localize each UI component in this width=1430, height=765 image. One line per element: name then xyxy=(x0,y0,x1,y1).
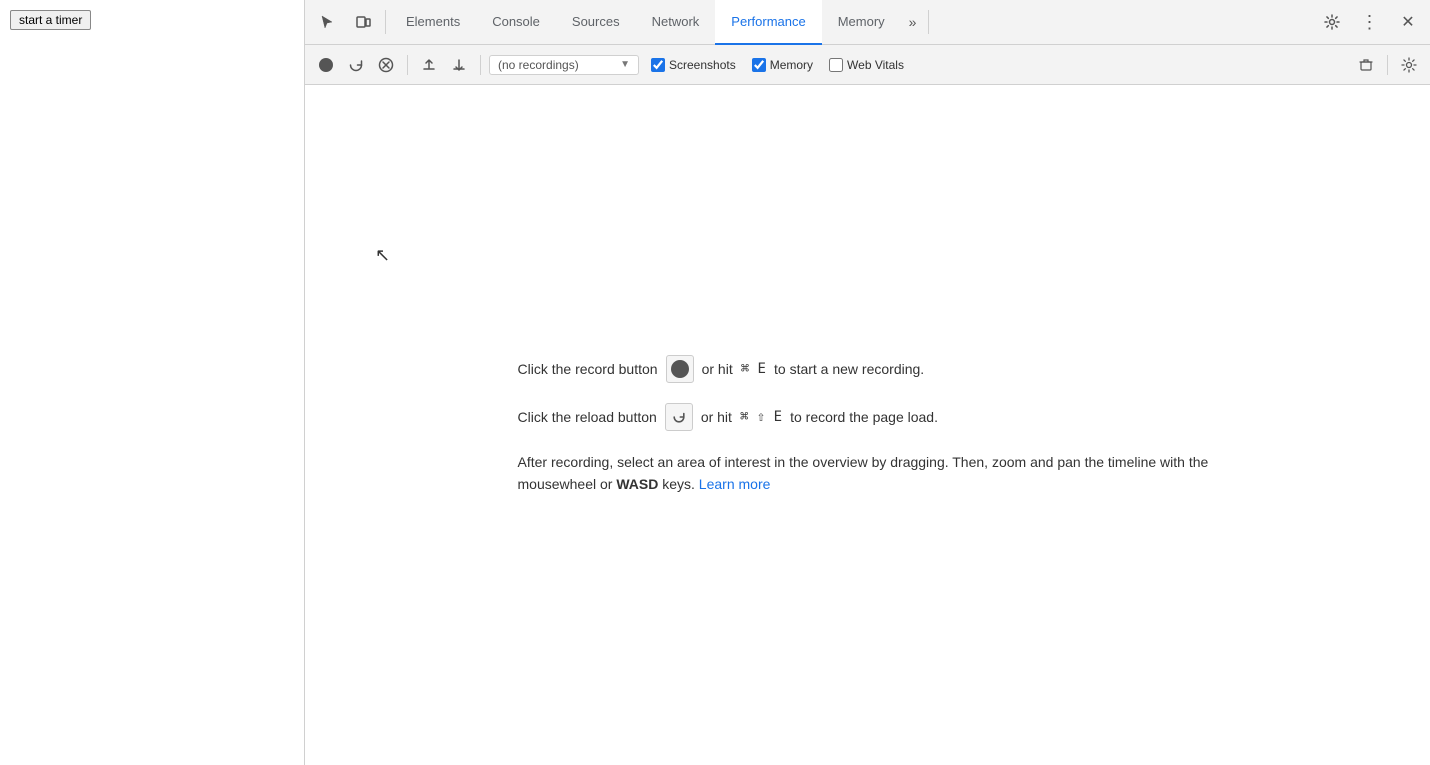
tab-divider-2 xyxy=(928,10,929,34)
settings-icon xyxy=(1401,57,1417,73)
three-dots-icon: ⋮ xyxy=(1361,12,1380,33)
device-toggle-button[interactable] xyxy=(345,4,381,40)
start-timer-button[interactable]: start a timer xyxy=(10,10,91,30)
web-vitals-checkbox[interactable] xyxy=(829,58,843,72)
clear-icon xyxy=(378,57,394,73)
record-line-end: to start a new recording. xyxy=(774,361,924,377)
tab-performance[interactable]: Performance xyxy=(715,0,821,45)
download-button[interactable] xyxy=(446,52,472,78)
screenshots-checkbox[interactable] xyxy=(651,58,665,72)
tab-more-button[interactable]: » xyxy=(901,0,925,45)
memory-checkbox-label[interactable]: Memory xyxy=(752,58,813,72)
tab-divider-1 xyxy=(385,10,386,34)
after-text-bold: WASD xyxy=(616,476,658,492)
dropdown-arrow-icon: ▼ xyxy=(620,59,630,70)
more-options-button[interactable]: ⋮ xyxy=(1352,4,1388,40)
settings-button[interactable] xyxy=(1314,4,1350,40)
toolbar-right xyxy=(1353,52,1422,78)
record-line-text1: Click the record button xyxy=(518,361,658,377)
delete-recording-button[interactable] xyxy=(1353,52,1379,78)
inspect-element-button[interactable] xyxy=(309,4,345,40)
checkbox-group: Screenshots Memory Web Vitals xyxy=(651,58,904,72)
download-icon xyxy=(452,58,466,72)
tab-console[interactable]: Console xyxy=(476,0,556,45)
upload-icon xyxy=(422,58,436,72)
reload-inline-button xyxy=(665,403,693,431)
record-dot-icon xyxy=(319,58,333,72)
toolbar-divider-3 xyxy=(1387,55,1388,75)
after-recording-text: After recording, select an area of inter… xyxy=(518,451,1218,496)
trash-icon xyxy=(1359,58,1373,72)
after-text-end: keys. xyxy=(658,476,695,492)
record-inline-button xyxy=(666,355,694,383)
record-button[interactable] xyxy=(313,52,339,78)
screenshots-label: Screenshots xyxy=(669,58,736,72)
record-dot-inline-icon xyxy=(671,360,689,378)
close-devtools-button[interactable]: ✕ xyxy=(1390,4,1426,40)
screenshots-checkbox-label[interactable]: Screenshots xyxy=(651,58,736,72)
main-content: ↖ Click the record button or hit ⌘ E to … xyxy=(305,85,1430,765)
tab-bar-right-controls: ⋮ ✕ xyxy=(1314,4,1426,40)
tabs-container: Elements Console Sources Network Perform… xyxy=(390,0,924,44)
recordings-dropdown[interactable]: (no recordings) ▼ xyxy=(489,55,639,75)
devtools-panel: Elements Console Sources Network Perform… xyxy=(305,0,1430,765)
reload-instruction: Click the reload button or hit ⌘ ⇧ E to … xyxy=(518,403,1218,431)
tab-memory[interactable]: Memory xyxy=(822,0,901,45)
web-vitals-label: Web Vitals xyxy=(847,58,904,72)
record-instruction: Click the record button or hit ⌘ E to st… xyxy=(518,355,1218,383)
memory-label: Memory xyxy=(770,58,813,72)
cursor-indicator: ↖ xyxy=(375,245,390,266)
instructions-block: Click the record button or hit ⌘ E to st… xyxy=(518,355,1218,496)
record-line-mid: or hit xyxy=(702,361,733,377)
tab-bar: Elements Console Sources Network Perform… xyxy=(305,0,1430,45)
close-icon: ✕ xyxy=(1401,12,1414,32)
reload-shortcut: ⌘ ⇧ E xyxy=(740,409,782,425)
toolbar-divider-2 xyxy=(480,55,481,75)
cursor-icon xyxy=(319,14,335,30)
web-vitals-checkbox-label[interactable]: Web Vitals xyxy=(829,58,904,72)
tab-elements[interactable]: Elements xyxy=(390,0,476,45)
reload-inline-icon xyxy=(672,410,686,424)
gear-icon xyxy=(1324,14,1340,30)
tab-sources[interactable]: Sources xyxy=(556,0,636,45)
record-shortcut: ⌘ E xyxy=(741,361,766,377)
reload-record-button[interactable] xyxy=(343,52,369,78)
reload-icon xyxy=(348,57,364,73)
browser-page: start a timer xyxy=(0,0,305,765)
upload-button[interactable] xyxy=(416,52,442,78)
device-icon xyxy=(355,14,371,30)
toolbar-divider-1 xyxy=(407,55,408,75)
reload-line-text1: Click the reload button xyxy=(518,409,657,425)
performance-toolbar: (no recordings) ▼ Screenshots Memory Web… xyxy=(305,45,1430,85)
clear-button[interactable] xyxy=(373,52,399,78)
tab-network[interactable]: Network xyxy=(636,0,716,45)
reload-line-end: to record the page load. xyxy=(790,409,938,425)
tab-bar-left-controls xyxy=(309,4,390,40)
memory-checkbox[interactable] xyxy=(752,58,766,72)
recordings-label: (no recordings) xyxy=(498,58,579,72)
learn-more-link[interactable]: Learn more xyxy=(699,476,771,492)
capture-settings-button[interactable] xyxy=(1396,52,1422,78)
reload-line-mid: or hit xyxy=(701,409,732,425)
